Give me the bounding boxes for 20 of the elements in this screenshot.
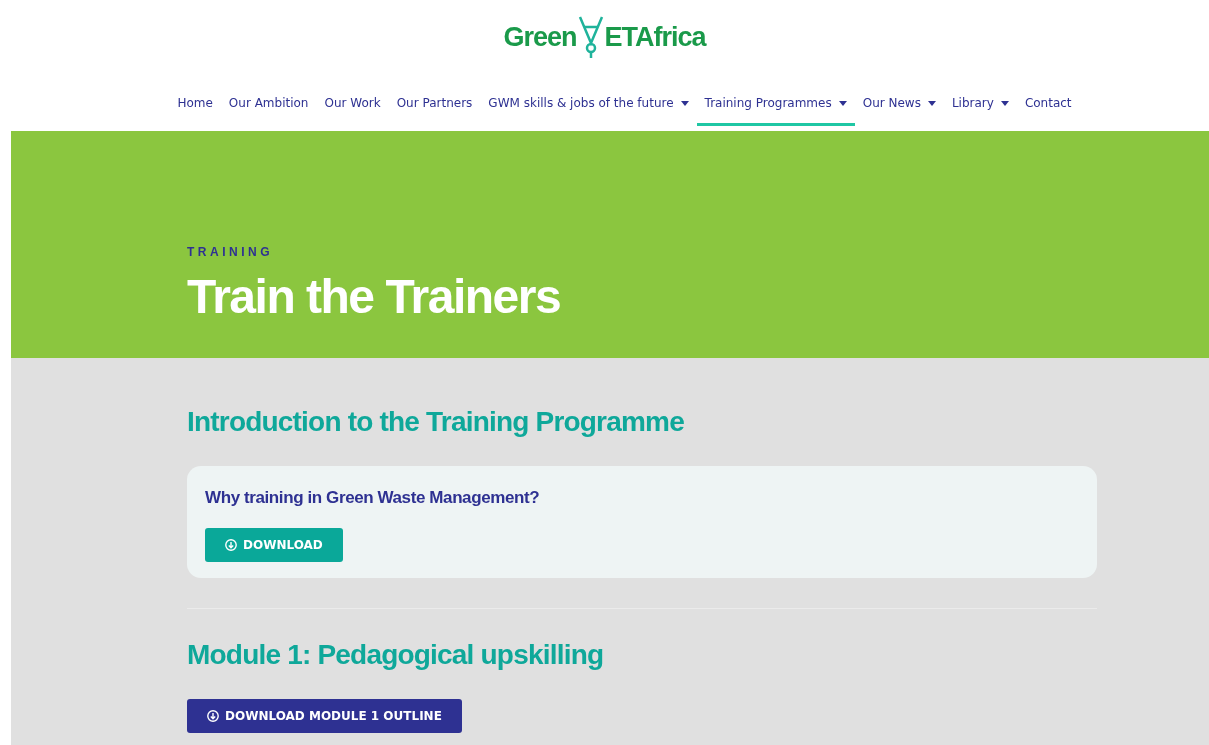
- nav-link[interactable]: Home: [169, 88, 221, 126]
- nav-link[interactable]: Our Partners: [388, 88, 481, 126]
- card-title: Why training in Green Waste Management?: [205, 488, 541, 508]
- download-button[interactable]: DOWNLOAD MODULE 1 OUTLINE: [187, 699, 462, 733]
- nav-link[interactable]: Contact: [1016, 88, 1080, 126]
- logo-text: Green: [503, 21, 577, 53]
- page-title: Train the Trainers: [187, 269, 562, 324]
- section-heading: Introduction to the Training Programme: [187, 406, 685, 438]
- nav-link[interactable]: Our Ambition: [220, 88, 317, 126]
- download-icon: [225, 539, 237, 551]
- nav-link[interactable]: Our Work: [316, 88, 389, 126]
- download-icon: [207, 710, 219, 722]
- nav-link[interactable]: Our News: [854, 88, 944, 126]
- nav-link[interactable]: GWM skills & jobs of the future: [480, 88, 697, 126]
- logo-v-icon: [577, 15, 604, 59]
- nav-link[interactable]: Training Programmes: [696, 88, 855, 126]
- nav-link[interactable]: Library: [943, 88, 1017, 126]
- logo-text: ETAfrica: [604, 21, 706, 53]
- eyebrow-text: TRAINING: [187, 245, 274, 259]
- section-heading: Module 1: Pedagogical upskilling: [187, 639, 605, 671]
